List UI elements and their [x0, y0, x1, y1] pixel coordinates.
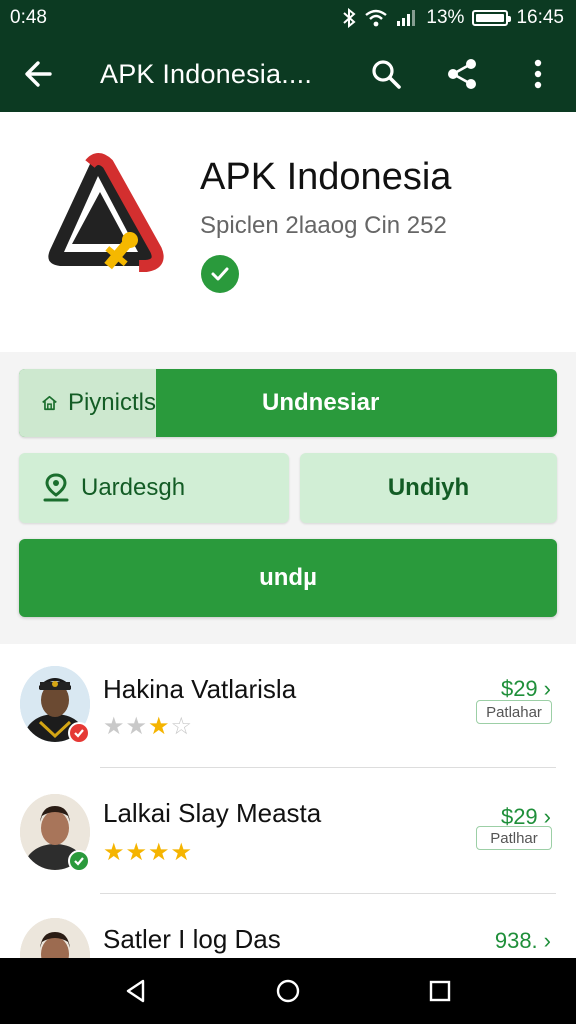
- split-left-label: Piynictls: [67, 389, 156, 416]
- verified-badge: [201, 255, 239, 293]
- nav-back-button[interactable]: [106, 961, 166, 1021]
- status-bar: 0:48 13% 16:45: [0, 0, 576, 36]
- split-left-segment[interactable]: Piynictls: [19, 369, 156, 437]
- list-item-name: Lalkai Slay Measta: [103, 798, 322, 828]
- nav-home-button[interactable]: [258, 961, 318, 1021]
- share-icon: [448, 59, 476, 89]
- list-item[interactable]: Hakina Vatlarisla ★★★☆ $29 › Patlahar: [0, 646, 576, 770]
- split-action-button[interactable]: Piynictls Undnesiar: [19, 369, 557, 437]
- download-left-label: Uardesgh: [81, 474, 186, 501]
- avatar: [20, 918, 90, 958]
- location-pin-icon: [43, 473, 69, 502]
- verified-badge-icon: [68, 850, 90, 872]
- recents-square-icon: [429, 980, 451, 1002]
- chevron-right-icon: ›: [543, 928, 551, 953]
- verified-badge-icon: [68, 722, 90, 744]
- wifi-icon: [364, 9, 388, 27]
- list-item-name: Hakina Vatlarisla: [103, 674, 297, 704]
- download-right-button[interactable]: Undiyh: [300, 453, 557, 523]
- divider: [100, 767, 556, 768]
- main-install-button[interactable]: undµ: [19, 539, 557, 617]
- app-subtitle: Spiclen 2laaog Cin 252: [200, 212, 447, 239]
- search-button[interactable]: [348, 36, 424, 112]
- back-arrow-icon: [25, 61, 52, 87]
- check-icon: [211, 267, 229, 281]
- system-nav-bar: [0, 958, 576, 1024]
- status-time-left: 0:48: [10, 7, 47, 28]
- list-item-price[interactable]: $29 ›: [501, 676, 551, 702]
- battery-percent: 13%: [426, 7, 465, 28]
- status-indicators: 13% 16:45: [342, 7, 564, 29]
- download-right-label: Undiyh: [387, 474, 470, 501]
- app-logo-icon: [38, 152, 168, 282]
- list-item[interactable]: Satler I log Das 938. ›: [0, 896, 576, 958]
- home-circle-icon: [276, 979, 300, 1003]
- more-vert-icon: [534, 59, 542, 89]
- divider: [100, 893, 556, 894]
- price-label: Patlahar: [476, 700, 552, 724]
- back-triangle-icon: [126, 979, 145, 1003]
- status-time-right: 16:45: [516, 7, 564, 28]
- more-options-button[interactable]: [500, 36, 576, 112]
- nav-recents-button[interactable]: [410, 961, 470, 1021]
- app-bar-title: APK Indonesia....: [100, 58, 313, 89]
- app-name: APK Indonesia: [200, 156, 452, 198]
- share-button[interactable]: [424, 36, 500, 112]
- price-value: $29: [500, 676, 538, 701]
- list-item-name: Satler I log Das: [103, 924, 281, 954]
- home-icon: [42, 395, 57, 411]
- split-right-label: Undnesiar: [262, 389, 380, 416]
- back-button[interactable]: [0, 36, 76, 112]
- rating-stars: ★★★☆: [103, 713, 194, 740]
- download-left-button[interactable]: Uardesgh: [19, 453, 289, 523]
- rating-stars: ★★★★: [103, 839, 194, 866]
- list-item-price[interactable]: 938. ›: [495, 928, 551, 954]
- main-install-label: undµ: [259, 564, 317, 591]
- bluetooth-icon: [342, 8, 356, 28]
- app-bar: APK Indonesia....: [0, 36, 576, 112]
- price-label: Patlhar: [476, 826, 552, 850]
- list-item[interactable]: Lalkai Slay Measta ★★★★ $29 › Patlhar: [0, 770, 576, 894]
- search-icon: [372, 60, 401, 89]
- signal-icon: [396, 9, 418, 27]
- battery-icon: [472, 10, 512, 26]
- chevron-right-icon: ›: [543, 676, 551, 701]
- price-value: 938.: [494, 928, 538, 953]
